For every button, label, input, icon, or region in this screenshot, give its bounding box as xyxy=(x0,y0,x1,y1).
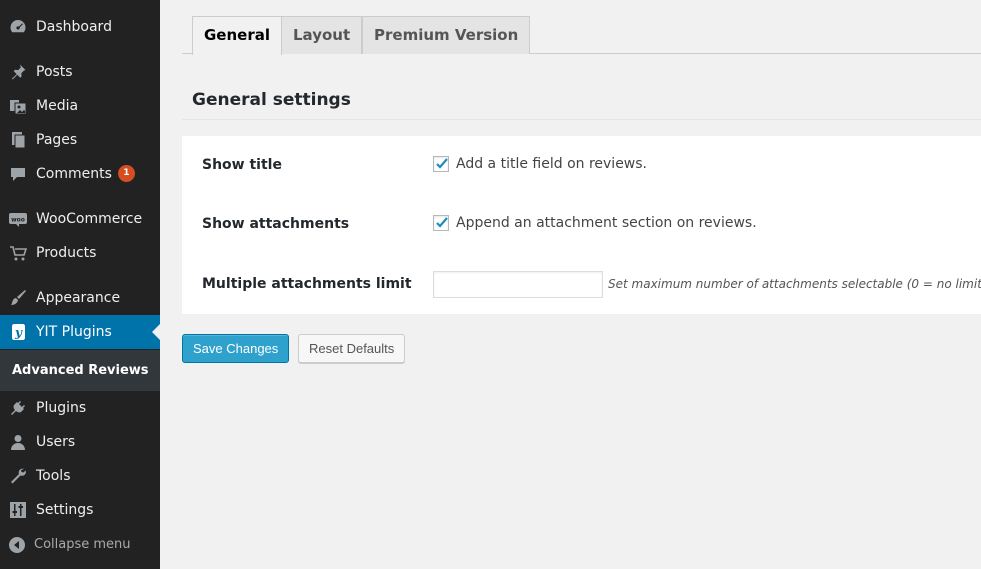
sidebar-item-label: Settings xyxy=(36,502,94,518)
sliders-icon xyxy=(9,501,27,519)
sidebar-item-label-wrap: Comments 1 xyxy=(36,165,135,183)
sidebar-item-label: Dashboard xyxy=(36,19,112,35)
show-title-label: Show title xyxy=(202,157,282,173)
sidebar-item-posts[interactable]: Posts xyxy=(0,55,160,89)
show-title-checkbox[interactable] xyxy=(433,156,449,172)
attachments-limit-label: Multiple attachments limit xyxy=(202,276,412,292)
woocommerce-icon: woo xyxy=(9,210,27,228)
attachments-limit-hint: Set maximum number of attachments select… xyxy=(608,277,981,291)
sidebar-item-label: Users xyxy=(36,434,76,450)
user-icon xyxy=(9,433,27,451)
sidebar-item-label: Comments xyxy=(36,166,112,182)
media-icon xyxy=(9,97,27,115)
tab-premium-version[interactable]: Premium Version xyxy=(362,16,531,54)
comment-icon xyxy=(9,165,27,183)
settings-panel: Show title Add a title field on reviews.… xyxy=(182,136,981,314)
svg-text:woo: woo xyxy=(11,217,25,224)
sidebar-item-label: Media xyxy=(36,98,79,114)
sidebar-item-woocommerce[interactable]: woo WooCommerce xyxy=(0,202,160,236)
sidebar-item-pages[interactable]: Pages xyxy=(0,123,160,157)
yit-icon: y xyxy=(9,323,27,341)
sidebar-item-media[interactable]: Media xyxy=(0,89,160,123)
svg-text:y: y xyxy=(14,326,23,340)
show-attachments-checkbox[interactable] xyxy=(433,215,449,231)
yit-plugins-submenu: Advanced Reviews xyxy=(0,350,160,391)
section-divider xyxy=(182,119,981,120)
sidebar-item-label: Posts xyxy=(36,64,73,80)
sidebar-item-comments[interactable]: Comments 1 xyxy=(0,157,160,191)
sidebar-item-label: YIT Plugins xyxy=(36,324,112,340)
show-attachments-label: Show attachments xyxy=(202,216,350,232)
pages-icon xyxy=(9,131,27,149)
show-title-description: Add a title field on reviews. xyxy=(456,156,647,172)
sidebar-item-yit-plugins[interactable]: y YIT Plugins xyxy=(0,315,160,349)
sidebar-item-label: Pages xyxy=(36,132,78,148)
sidebar-item-dashboard[interactable]: Dashboard xyxy=(0,10,160,44)
save-changes-button[interactable]: Save Changes xyxy=(182,334,290,363)
section-title: General settings xyxy=(192,90,351,110)
dashboard-icon xyxy=(9,18,27,36)
reset-defaults-button[interactable]: Reset Defaults xyxy=(298,334,406,363)
attachments-limit-input[interactable] xyxy=(433,271,603,298)
sidebar-item-label: Plugins xyxy=(36,400,87,416)
submenu-item-advanced-reviews[interactable]: Advanced Reviews xyxy=(12,362,149,379)
tab-layout[interactable]: Layout xyxy=(281,16,363,54)
collapse-menu-label: Collapse menu xyxy=(34,537,131,552)
sidebar-item-plugins[interactable]: Plugins xyxy=(0,391,160,425)
cart-icon xyxy=(9,244,27,262)
sidebar-item-users[interactable]: Users xyxy=(0,425,160,459)
sidebar-item-settings[interactable]: Settings xyxy=(0,493,160,527)
sidebar-item-label: WooCommerce xyxy=(36,211,143,227)
settings-tabs: General Layout Premium Version xyxy=(182,0,981,55)
collapse-arrow-icon xyxy=(9,537,25,553)
show-attachments-description: Append an attachment section on reviews. xyxy=(456,215,757,231)
sidebar-item-label: Products xyxy=(36,245,97,261)
sidebar-item-products[interactable]: Products xyxy=(0,236,160,270)
pin-icon xyxy=(9,63,27,81)
brush-icon xyxy=(9,289,27,307)
collapse-menu-button[interactable]: Collapse menu xyxy=(0,530,160,560)
admin-sidebar: Dashboard Posts Media Pages Comments 1 wo… xyxy=(0,0,160,569)
tab-general[interactable]: General xyxy=(192,16,282,55)
sidebar-item-label: Tools xyxy=(36,468,71,484)
sidebar-item-tools[interactable]: Tools xyxy=(0,459,160,493)
wrench-icon xyxy=(9,467,27,485)
sidebar-item-label: Appearance xyxy=(36,290,121,306)
sidebar-item-appearance[interactable]: Appearance xyxy=(0,281,160,315)
plug-icon xyxy=(9,399,27,417)
comment-count-badge: 1 xyxy=(117,165,135,182)
